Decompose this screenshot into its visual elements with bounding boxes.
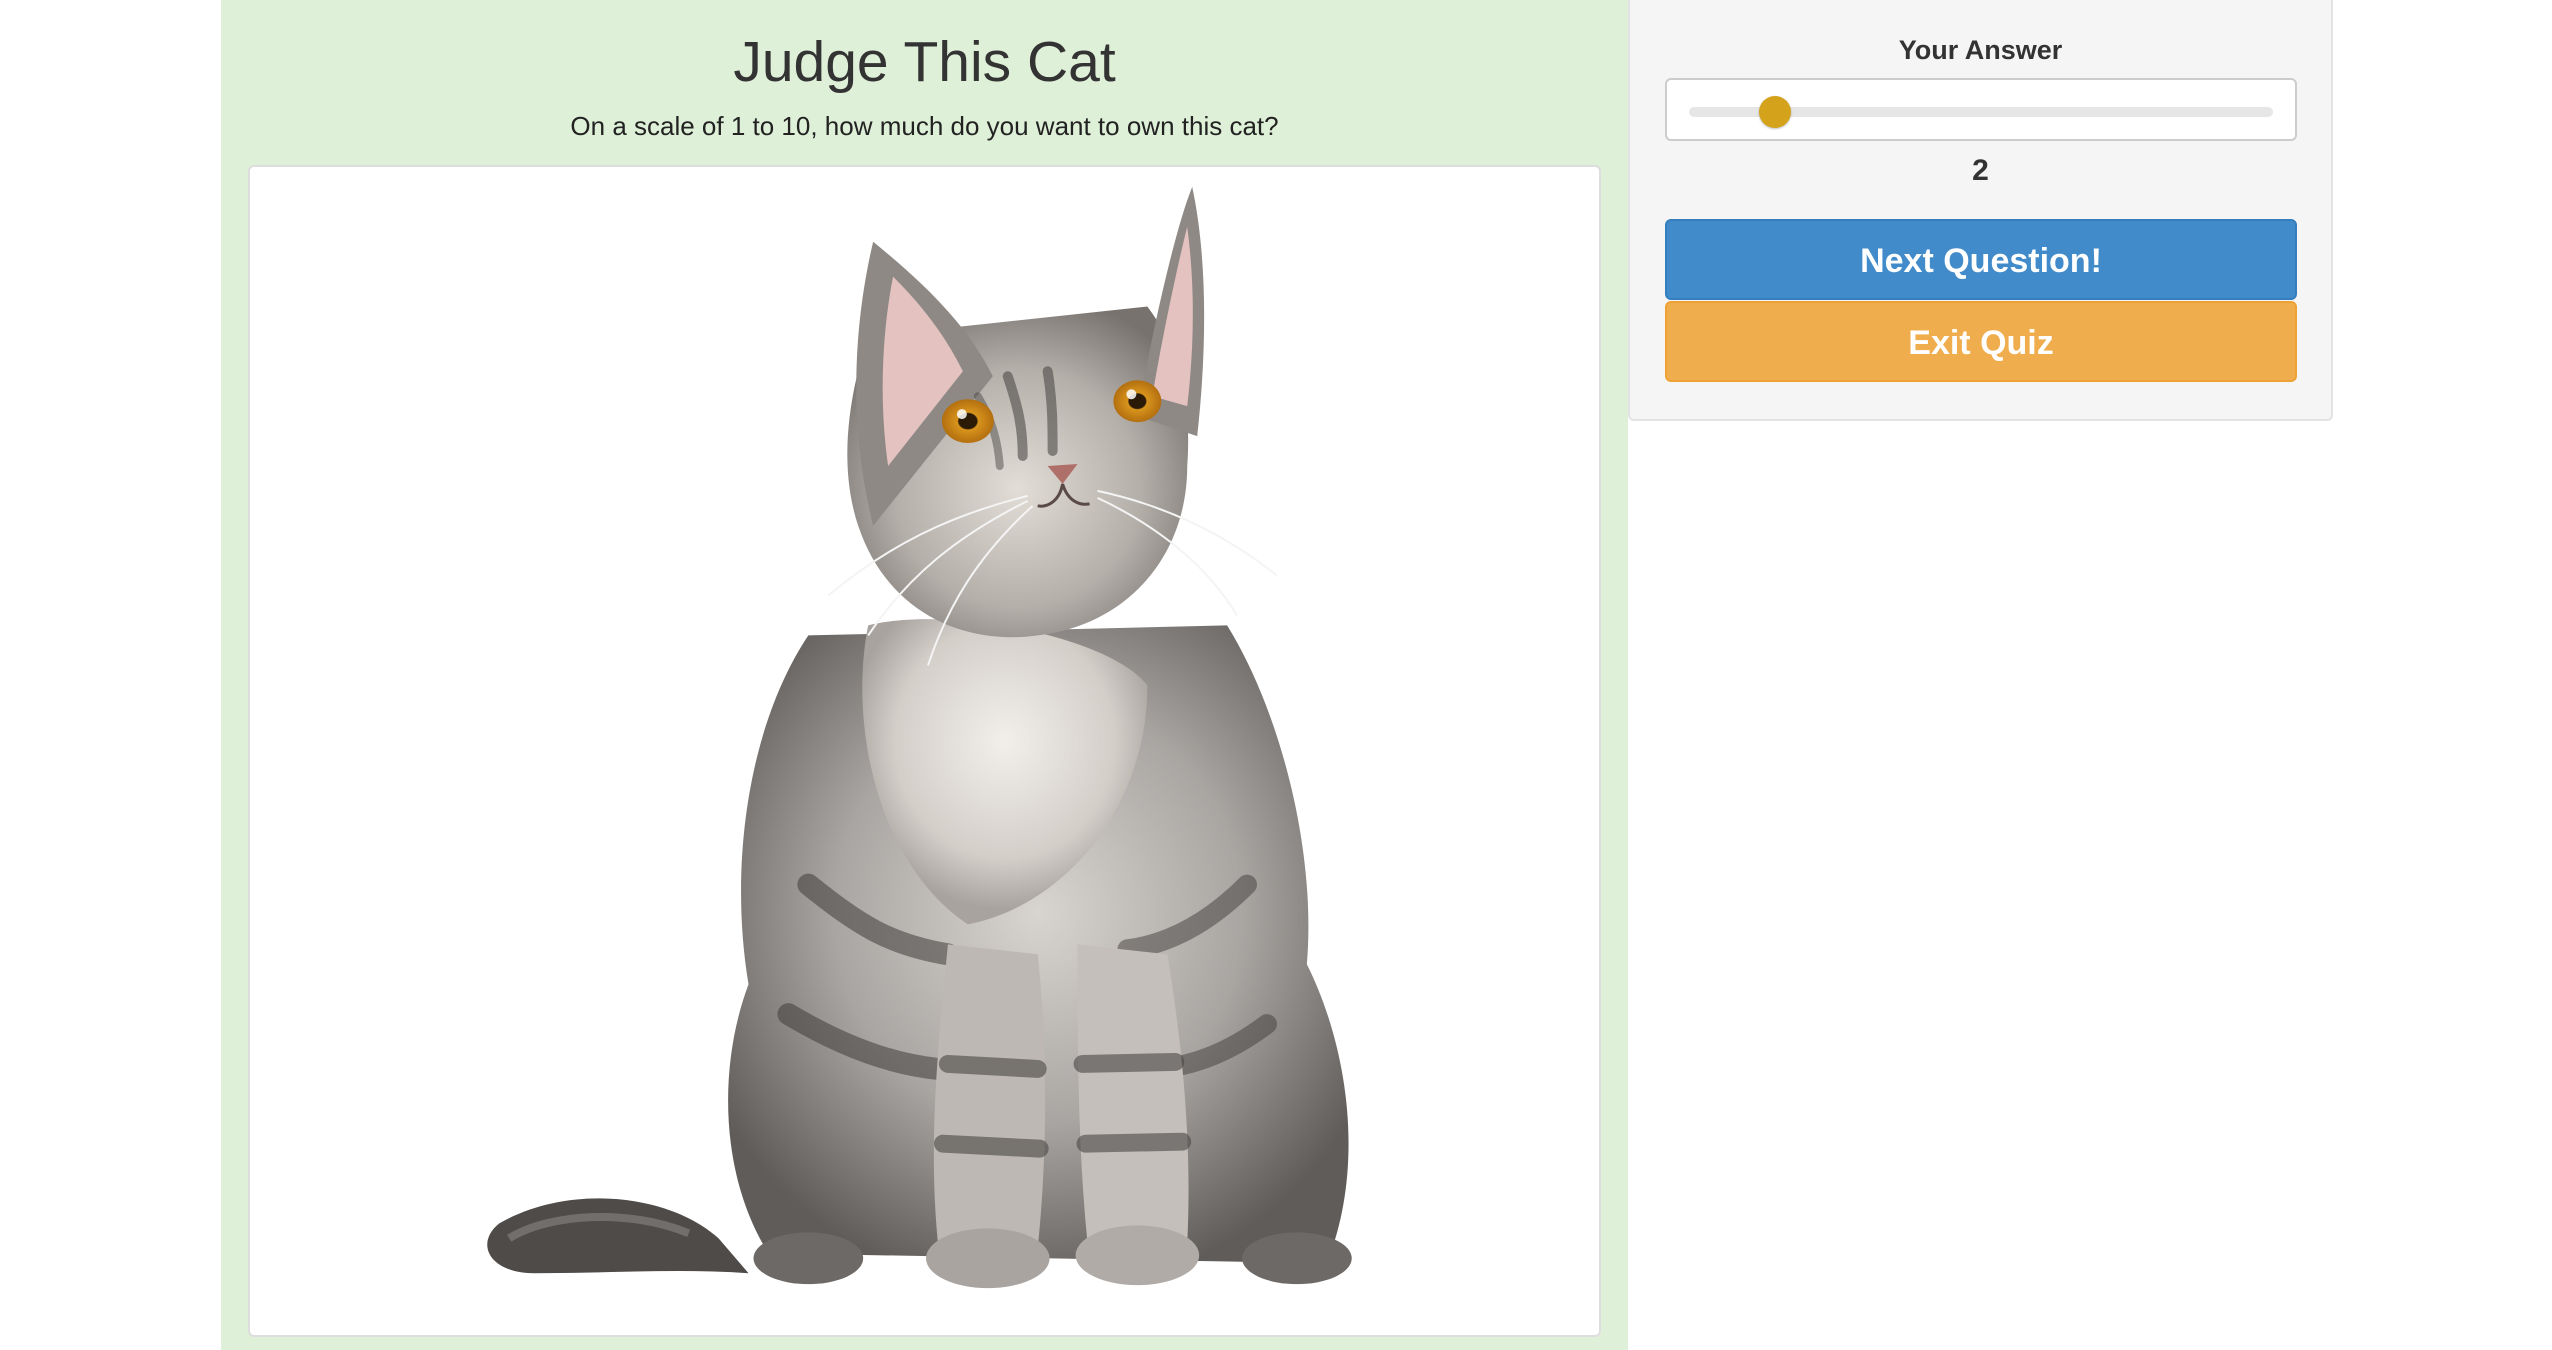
exit-quiz-button[interactable]: Exit Quiz	[1665, 301, 2297, 382]
cat-photo	[248, 165, 1601, 1337]
rating-slider[interactable]	[1665, 78, 2297, 141]
page-title: Judge This Cat	[733, 30, 1116, 94]
slider-handle[interactable]	[1759, 96, 1792, 128]
question-panel: Judge This Cat On a scale of 1 to 10, ho…	[221, 0, 1628, 1350]
question-text: On a scale of 1 to 10, how much do you w…	[570, 111, 1279, 141]
next-question-button[interactable]: Next Question!	[1665, 219, 2297, 300]
answer-panel: Your Answer 2 Next Question! Exit Quiz	[1628, 0, 2333, 421]
answer-value: 2	[1972, 154, 1989, 187]
cat-illustration	[487, 186, 1352, 1289]
your-answer-label: Your Answer	[1898, 35, 2063, 65]
